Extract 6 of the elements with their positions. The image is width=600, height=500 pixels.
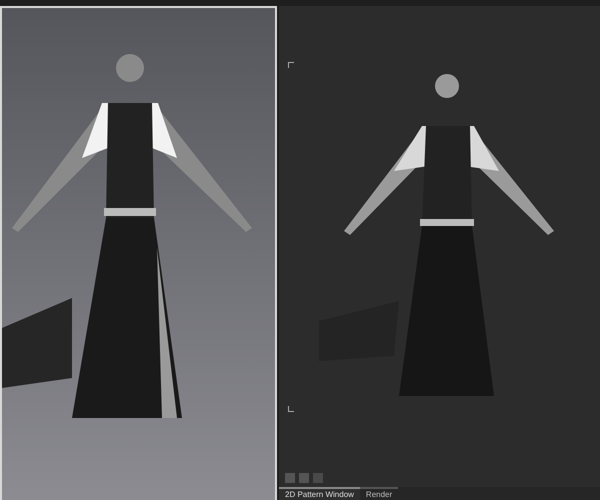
corner-mark xyxy=(288,62,294,68)
3d-viewport[interactable] xyxy=(0,6,277,500)
square-icon[interactable] xyxy=(313,473,323,483)
tab[interactable]: Render xyxy=(360,487,398,500)
tab[interactable]: 2D Pattern Window xyxy=(279,487,360,500)
corner-mark xyxy=(288,406,294,412)
